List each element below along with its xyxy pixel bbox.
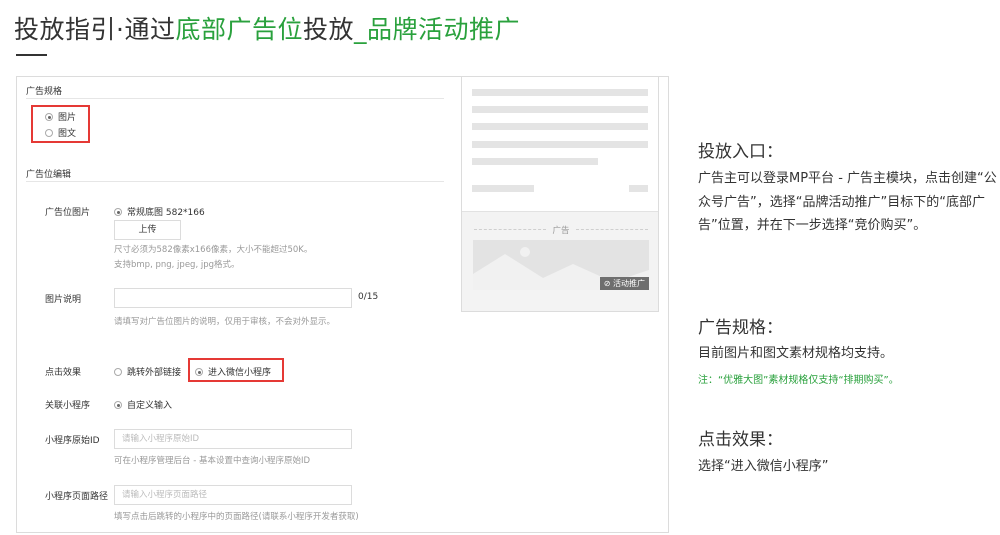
placeholder-line [472,185,534,192]
click-heading: 点击效果： [698,430,783,450]
ad-image-option[interactable]: 常规底图 582*166 [114,205,205,218]
spec-option-image-text-label: 图文 [58,129,77,139]
radio-unselected-icon [45,129,53,137]
mini-program-id-hint: 可在小程序管理后台 - 基本设置中查询小程序原始ID [114,456,311,466]
mini-program-label: 关联小程序 [45,401,91,411]
title-middle: 投放 [302,15,354,44]
entry-heading: 投放入口： [698,142,783,162]
link-icon: ⊘ [603,279,611,288]
mini-program-id-input[interactable]: 请输入小程序原始ID [114,429,352,449]
spec-note: 注：“优雅大图”素材规格仅支持“排期购买”。 [698,375,899,386]
placeholder-line [472,158,598,165]
radio-selected-icon [45,113,53,121]
ad-label-divider [576,229,648,230]
mini-program-path-label: 小程序页面路径 [45,492,109,502]
spec-section-title: 广告规格 [26,87,63,97]
entry-description: 广告主可以登录MP平台 - 广告主模块，点击创建“公众号广告”，选择“品牌活动推… [698,171,997,233]
campaign-tag-label: 活动推广 [613,279,645,288]
radio-selected-icon [195,368,203,376]
spec-description: 目前图片和图文素材规格均支持。 [698,346,894,361]
click-option-external-link-label: 跳转外部链接 [127,368,182,378]
mini-program-path-hint: 填写点击后跳转的小程序中的页面路径(请联系小程序开发者获取) [114,512,359,522]
mini-program-option-custom[interactable]: 自定义输入 [114,398,172,411]
section-divider [26,181,444,182]
radio-unselected-icon [114,368,122,376]
title-prefix: 投放指引·通过 [14,15,176,44]
placeholder-line [472,106,648,113]
ad-image-option-label: 常规底图 582*166 [127,208,205,218]
click-option-external-link[interactable]: 跳转外部链接 [114,365,181,378]
ad-label-row: 广告 [474,224,648,236]
desc-label: 图片说明 [45,295,82,305]
title-underline [16,54,47,56]
ad-preview-panel: 广告 ⊘ 活动推广 [461,76,659,312]
placeholder-line [472,141,648,148]
spec-option-image[interactable]: 图片 [45,110,76,123]
mini-program-option-custom-label: 自定义输入 [127,401,173,411]
edit-section-title: 广告位编辑 [26,170,72,180]
bottom-ad-zone: 广告 ⊘ 活动推广 [462,211,658,311]
radio-selected-icon [114,208,122,216]
ad-label-text: 广告 [552,226,570,236]
ad-image-placeholder: ⊘ 活动推广 [473,240,649,290]
click-option-mini-program[interactable]: 进入微信小程序 [195,365,271,378]
click-option-mini-program-label: 进入微信小程序 [208,368,272,378]
placeholder-line [472,123,648,130]
click-description: 选择“进入微信小程序” [698,459,829,474]
title-highlight-goal: _品牌活动推广 [353,15,520,44]
section-divider [26,98,444,99]
spec-option-image-label: 图片 [58,113,77,123]
mini-program-path-input[interactable]: 请输入小程序页面路径 [114,485,352,505]
spec-option-image-text[interactable]: 图文 [45,126,76,139]
placeholder-line [629,185,648,192]
desc-counter: 0/15 [358,292,379,302]
image-format-hint: 支持bmp, png, jpeg, jpg格式。 [114,260,240,270]
desc-hint: 请填写对广告位图片的说明，仅用于审核，不会对外显示。 [114,317,336,327]
upload-button[interactable]: 上传 [114,220,181,240]
desc-input[interactable] [114,288,352,308]
placeholder-line [472,89,648,96]
image-size-hint: 尺寸必须为582像素x166像素，大小不能超过50K。 [114,245,313,255]
ad-image-label: 广告位图片 [45,208,91,218]
spec-heading: 广告规格： [698,318,783,338]
click-effect-label: 点击效果 [45,368,82,378]
mini-program-id-label: 小程序原始ID [45,436,100,446]
campaign-tag: ⊘ 活动推广 [599,277,649,290]
radio-selected-icon [114,401,122,409]
page-title: 投放指引·通过底部广告位投放_品牌活动推广 [14,10,520,46]
title-highlight-placement: 底部广告位 [175,15,303,44]
